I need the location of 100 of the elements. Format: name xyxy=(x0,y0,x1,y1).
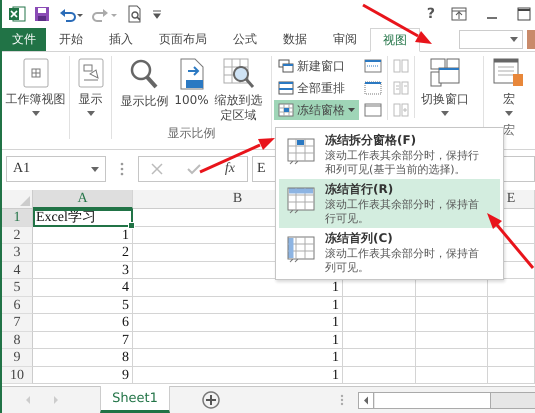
caret-icon xyxy=(32,111,40,116)
table-cell: 8 xyxy=(33,349,133,366)
ribbon-tab[interactable]: 数据 xyxy=(270,28,320,51)
customize-caret-icon[interactable] xyxy=(152,8,162,20)
table-cell xyxy=(488,296,535,314)
ribbon-tab[interactable]: 插入 xyxy=(96,28,146,51)
reset-position-icon xyxy=(393,103,409,117)
table-cell: 1 xyxy=(133,332,343,349)
table-cell xyxy=(416,296,488,314)
table-cell: 7 xyxy=(33,332,133,349)
menu-item[interactable]: 冻结首列(C) 滚动工作表其余部分时，保持首列可见。 xyxy=(279,228,500,277)
zoom-to-selection-button[interactable]: 缩放到选定区域 xyxy=(212,56,265,125)
table-cell xyxy=(488,366,535,384)
table-cell xyxy=(416,366,488,384)
row-header[interactable]: 2 xyxy=(2,226,33,244)
ribbon-tab[interactable]: 页面布局 xyxy=(146,28,220,51)
macros-button[interactable]: 宏 xyxy=(491,56,527,118)
avatar-placeholder xyxy=(527,30,535,49)
save-icon[interactable] xyxy=(34,6,50,22)
row-header[interactable]: 3 xyxy=(2,244,33,262)
grid-icon xyxy=(287,236,315,264)
caret-icon xyxy=(441,111,449,116)
row-header[interactable]: 7 xyxy=(2,314,33,332)
caret-icon xyxy=(91,166,99,172)
row-header[interactable]: 6 xyxy=(2,296,33,314)
row-header[interactable]: 10 xyxy=(2,366,33,384)
table-cell: 5 xyxy=(33,296,133,314)
redo-icon[interactable] xyxy=(92,6,118,22)
menu-item[interactable]: 冻结首行(R) 滚动工作表其余部分时，保持首行可见。 xyxy=(279,179,500,228)
ribbon-tab[interactable]: 视图 xyxy=(370,28,420,52)
grid-magnifier-icon xyxy=(222,58,255,90)
horizontal-scrollbar[interactable] xyxy=(358,392,535,408)
stacked-windows-icon xyxy=(278,81,294,95)
add-sheet-icon[interactable] xyxy=(202,391,220,409)
table-cell xyxy=(416,332,488,349)
grip-icon[interactable] xyxy=(340,394,344,406)
caret-icon xyxy=(510,37,518,42)
scroll-left-icon[interactable] xyxy=(359,392,374,408)
macro-sheet-icon xyxy=(493,58,525,88)
row-header[interactable]: 9 xyxy=(2,349,33,366)
menu-item-title: 冻结拆分窗格(F) xyxy=(325,132,418,149)
table-cell xyxy=(416,349,488,366)
grid-icon xyxy=(287,187,315,215)
unhide-icon[interactable] xyxy=(364,103,382,117)
workbook-views-button[interactable]: 工作簿视图 xyxy=(4,56,68,118)
grip-icon[interactable] xyxy=(120,162,124,176)
file-tab[interactable]: 文件 xyxy=(2,28,46,51)
grid-icon xyxy=(278,103,294,117)
column-header[interactable]: A xyxy=(33,190,133,209)
zoom-100-button[interactable]: 100% xyxy=(172,56,211,125)
ribbon-display-icon[interactable] xyxy=(451,7,467,21)
insert-function-button[interactable]: fx xyxy=(224,161,235,177)
magnifier-icon xyxy=(129,58,160,90)
name-box[interactable]: A1 xyxy=(6,156,106,182)
table-cell: 1 xyxy=(33,226,133,244)
page-arrow-icon xyxy=(178,58,206,90)
scroll-thumb[interactable] xyxy=(375,392,491,408)
table-cell: 9 xyxy=(33,366,133,384)
table-cell: 3 xyxy=(33,262,133,279)
maximize-icon[interactable] xyxy=(517,7,531,21)
windows-icon xyxy=(278,59,294,73)
table-cell: 1 xyxy=(133,366,343,384)
window-command-button[interactable]: 冻结窗格 xyxy=(274,100,359,120)
table-cell: 1 xyxy=(133,314,343,332)
undo-icon[interactable] xyxy=(58,6,84,22)
sync-scroll-icon xyxy=(393,81,409,95)
table-cell: 2 xyxy=(33,244,133,262)
menu-item[interactable]: 冻结拆分窗格(F) 滚动工作表其余部分时，保持行和列可见(基于当前的选择)。 xyxy=(279,130,500,179)
show-button[interactable]: 显示 xyxy=(76,56,106,118)
spreadsheet-app-icon[interactable] xyxy=(8,5,26,23)
ribbon-tab[interactable]: 开始 xyxy=(46,28,96,51)
row-header[interactable]: 8 xyxy=(2,332,33,349)
caret-icon xyxy=(505,111,513,116)
split-icon[interactable] xyxy=(364,59,382,73)
table-cell xyxy=(416,314,488,332)
sheet-tab[interactable]: Sheet1 xyxy=(100,386,170,413)
help-button[interactable]: ? xyxy=(426,6,435,22)
zoom-button[interactable]: 显示比例 xyxy=(118,56,170,125)
row-header[interactable]: 5 xyxy=(2,279,33,296)
caret-icon xyxy=(86,111,94,116)
ribbon-tab[interactable]: 公式 xyxy=(220,28,270,51)
check-icon[interactable] xyxy=(186,163,201,175)
table-cell xyxy=(488,332,535,349)
windows-icon xyxy=(430,58,460,88)
table-cell: 1 xyxy=(133,296,343,314)
table-cell xyxy=(488,314,535,332)
switch-windows-button[interactable]: 切换窗口 xyxy=(414,56,475,118)
ribbon-tab[interactable]: 审阅 xyxy=(320,28,370,51)
group-label: 显示比例 xyxy=(168,125,216,142)
row-header[interactable]: 4 xyxy=(2,262,33,279)
pointer-arrow xyxy=(362,4,432,44)
hide-icon[interactable] xyxy=(364,81,382,95)
table-cell xyxy=(488,349,535,366)
row-header[interactable]: 1 xyxy=(2,209,33,226)
table-cell: 1 xyxy=(133,349,343,366)
page-icon xyxy=(22,58,48,88)
window-command-button[interactable]: 全部重排 xyxy=(274,78,359,98)
menu-item-title: 冻结首列(C) xyxy=(325,230,394,247)
window-command-button[interactable]: 新建窗口 xyxy=(274,56,359,76)
table-cell: 6 xyxy=(33,314,133,332)
